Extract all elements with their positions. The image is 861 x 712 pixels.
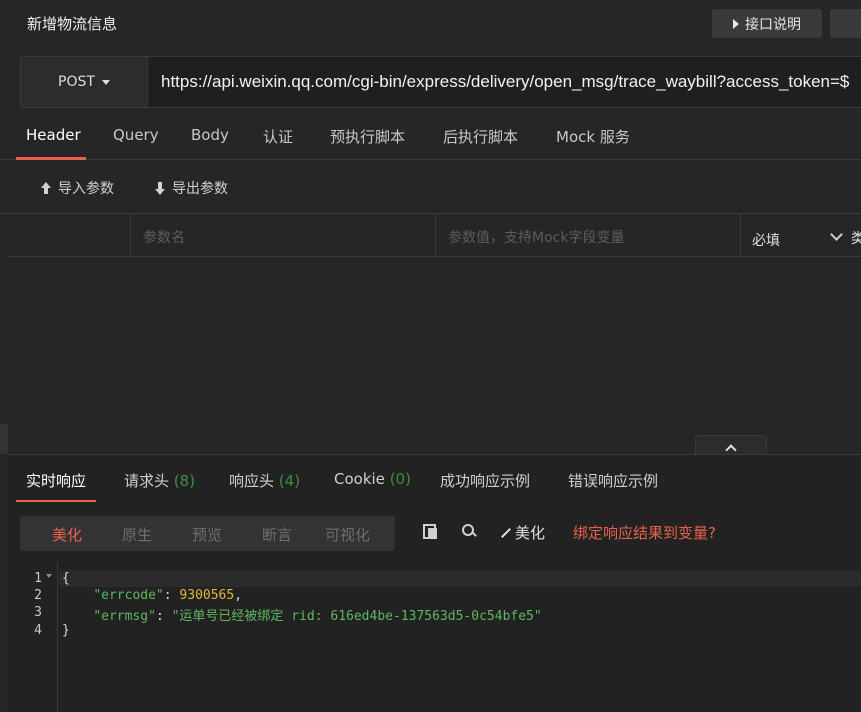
play-icon (733, 18, 739, 29)
search-icon[interactable] (462, 524, 476, 538)
param-row: 参数名 参数值，支持Mock字段变量 必填 类 (8, 214, 861, 257)
line-number: 2 (34, 588, 42, 603)
json-close-brace: } (62, 623, 70, 638)
tab-request-headers[interactable]: 请求头 (8) (124, 470, 195, 491)
tab-response-headers-label: 响应头 (229, 472, 275, 490)
tab-live-response-label: 实时响应 (26, 472, 87, 490)
response-tabs: 实时响应 请求头 (8) 响应头 (4) Cookie (0) 成功响应示例 错… (8, 454, 861, 503)
request-url-bar: POST https://api.weixin.qq.com/cgi-bin/e… (20, 56, 861, 108)
arrow-down-icon (154, 181, 166, 195)
more-button[interactable] (830, 9, 861, 38)
beautify-label: 美化 (515, 524, 546, 542)
tab-cookie[interactable]: Cookie (0) (334, 470, 411, 488)
required-select[interactable]: 必填 (752, 230, 780, 250)
errcode-value: 9300565 (179, 588, 235, 603)
tab-live-response[interactable]: 实时响应 (26, 470, 86, 491)
response-toolbar: 美化 原生 预览 断言 可视化 美化 绑定响应结果到变量? (8, 502, 861, 562)
json-line-errmsg: "errmsg": "运单号已经被绑定 rid: 616ed4be-137563… (93, 609, 542, 624)
tab-header[interactable]: Header (26, 126, 81, 144)
tab-request-headers-label: 请求头 (124, 472, 170, 490)
export-params-button[interactable]: 导出参数 (154, 178, 228, 198)
view-mode-switch: 美化 原生 预览 断言 可视化 (20, 516, 395, 551)
page-title: 新增物流信息 (27, 15, 118, 33)
json-line-errcode: "errcode": 9300565, (93, 588, 243, 603)
tab-error-example[interactable]: 错误响应示例 (568, 470, 658, 491)
view-mode-pretty[interactable]: 美化 (52, 524, 82, 545)
param-value-input[interactable]: 参数值，支持Mock字段变量 (436, 214, 741, 256)
params-toolbar: 导入参数 导出参数 (0, 160, 861, 214)
method-select[interactable]: POST (21, 57, 148, 107)
view-mode-raw[interactable]: 原生 (122, 524, 152, 545)
errmsg-key: "errmsg" (93, 609, 156, 624)
view-mode-preview[interactable]: 预览 (192, 524, 222, 545)
method-label: POST (58, 74, 95, 90)
tab-error-example-label: 错误响应示例 (568, 472, 659, 490)
param-value-placeholder: 参数值，支持Mock字段变量 (448, 230, 625, 246)
current-line-highlight (59, 570, 861, 587)
params-empty-area (8, 258, 861, 453)
row-handle-cell (8, 214, 131, 256)
request-headers-count: (8) (173, 472, 196, 490)
url-input[interactable]: https://api.weixin.qq.com/cgi-bin/expres… (161, 72, 849, 92)
magic-wand-icon (501, 527, 511, 538)
api-doc-button[interactable]: 接口说明 (712, 9, 822, 38)
view-mode-visualize[interactable]: 可视化 (325, 524, 370, 545)
response-headers-count: (4) (278, 472, 301, 490)
bind-response-link[interactable]: 绑定响应结果到变量? (573, 522, 716, 543)
tab-cookie-label: Cookie (334, 470, 385, 488)
beautify-button[interactable]: 美化 (500, 522, 545, 543)
line-number: 4 (34, 623, 42, 638)
errcode-key: "errcode" (93, 588, 164, 603)
import-params-label: 导入参数 (58, 181, 114, 197)
tab-pre-script[interactable]: 预执行脚本 (330, 126, 405, 147)
param-name-placeholder: 参数名 (143, 230, 185, 246)
caret-down-icon (101, 79, 110, 85)
top-bar: 新增物流信息 接口说明 (0, 0, 861, 48)
copy-icon[interactable] (423, 524, 437, 539)
tab-post-script[interactable]: 后执行脚本 (443, 126, 518, 147)
import-params-button[interactable]: 导入参数 (40, 178, 114, 198)
tab-body[interactable]: Body (191, 126, 229, 144)
fold-toggle-icon[interactable] (46, 574, 52, 578)
param-name-input[interactable]: 参数名 (131, 214, 436, 256)
left-edge-strip (0, 424, 8, 454)
tab-mock-service[interactable]: Mock 服务 (556, 126, 630, 147)
tab-auth[interactable]: 认证 (263, 126, 293, 147)
line-gutter: 1 2 3 4 (8, 562, 58, 712)
line-number: 1 (34, 571, 42, 586)
json-open-brace: { (62, 571, 70, 586)
tab-success-example[interactable]: 成功响应示例 (440, 470, 530, 491)
export-params-label: 导出参数 (172, 181, 228, 197)
request-tabs: Header Query Body 认证 预执行脚本 后执行脚本 Mock 服务 (0, 112, 861, 160)
view-mode-assert[interactable]: 断言 (262, 524, 292, 545)
response-editor[interactable]: 1 2 3 4 { "errcode": 9300565, "errmsg": … (8, 562, 861, 712)
line-number: 3 (34, 605, 42, 620)
tab-success-example-label: 成功响应示例 (440, 472, 531, 490)
tab-response-headers[interactable]: 响应头 (4) (229, 470, 300, 491)
cookie-count: (0) (389, 470, 411, 488)
errmsg-value: "运单号已经被绑定 rid: 616ed4be-137563d5-0c54bfe… (171, 609, 542, 624)
arrow-up-icon (40, 181, 52, 195)
tab-query[interactable]: Query (113, 126, 159, 144)
type-select[interactable]: 类 (851, 228, 861, 248)
api-doc-label: 接口说明 (745, 16, 801, 33)
chevron-down-icon[interactable] (830, 228, 843, 241)
